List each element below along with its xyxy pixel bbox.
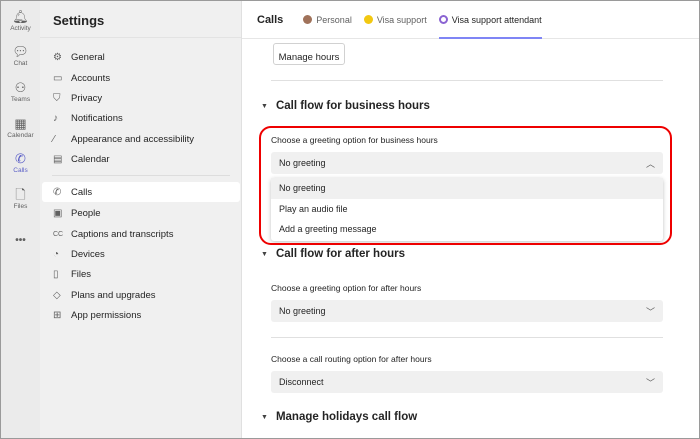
window-frame bbox=[0, 0, 700, 439]
